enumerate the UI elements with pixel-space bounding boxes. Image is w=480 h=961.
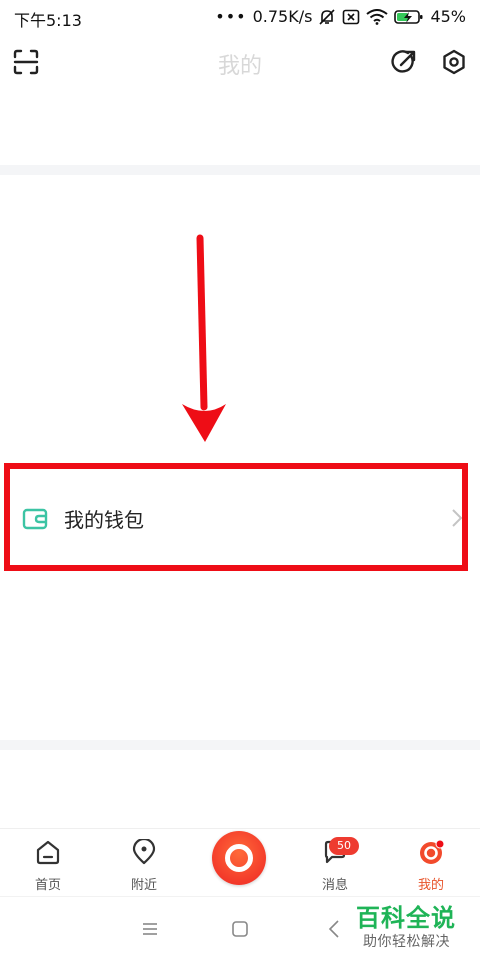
status-icons: ••• 0.75K/s 45% bbox=[215, 7, 466, 26]
sim-off-icon bbox=[342, 9, 360, 25]
nav-mine[interactable]: 我的 bbox=[391, 829, 471, 897]
more-dots-icon: ••• bbox=[215, 7, 247, 26]
annotation-arrow bbox=[182, 234, 226, 442]
network-speed: 0.75K/s bbox=[252, 7, 313, 26]
mute-bell-icon bbox=[318, 8, 336, 26]
nav-home-label: 首页 bbox=[34, 878, 61, 893]
section-divider bbox=[0, 740, 480, 750]
nav-home[interactable]: 首页 bbox=[8, 829, 88, 897]
settings-icon[interactable] bbox=[438, 46, 470, 78]
message-count-badge: 50 bbox=[329, 837, 359, 855]
wifi-icon bbox=[366, 8, 389, 25]
status-bar: 下午5:13 ••• 0.75K/s 45% bbox=[0, 0, 480, 34]
back-icon[interactable] bbox=[322, 917, 346, 941]
watermark-title: 百科全说 bbox=[356, 904, 456, 932]
nav-mine-label: 我的 bbox=[417, 878, 444, 893]
share-icon[interactable] bbox=[388, 46, 420, 78]
section-divider bbox=[0, 165, 480, 175]
battery-percent: 45% bbox=[430, 7, 466, 26]
home-square-icon[interactable] bbox=[228, 917, 252, 941]
bottom-nav: 首页 附近 消息 50 我的 bbox=[0, 828, 480, 897]
home-icon bbox=[36, 840, 60, 865]
nav-nearby-label: 附近 bbox=[130, 878, 157, 893]
location-pin-icon bbox=[132, 839, 156, 865]
menu-icon[interactable] bbox=[138, 917, 162, 941]
watermark-subtitle: 助你轻松解决 bbox=[363, 934, 450, 950]
battery-charging-icon bbox=[394, 9, 424, 25]
center-camera-button[interactable] bbox=[212, 831, 266, 885]
camera-ring-icon bbox=[225, 844, 253, 872]
nav-nearby[interactable]: 附近 bbox=[104, 829, 184, 897]
status-time: 下午5:13 bbox=[14, 11, 82, 30]
header: 我的 bbox=[0, 34, 480, 90]
nav-messages-label: 消息 bbox=[321, 878, 348, 893]
mine-icon bbox=[420, 839, 444, 864]
annotation-highlight-box bbox=[4, 463, 468, 571]
